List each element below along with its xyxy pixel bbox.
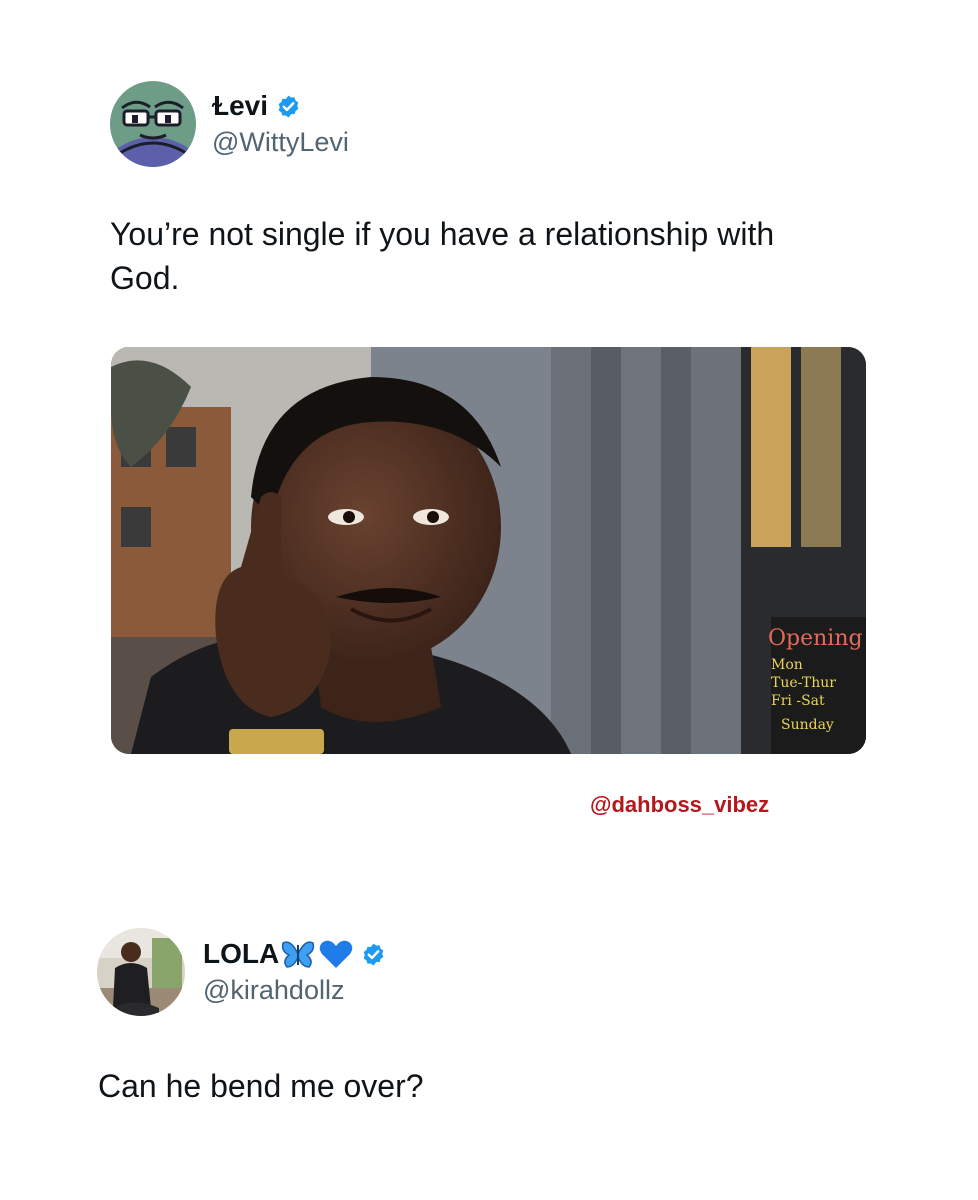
tweet-text: You’re not single if you have a relation… [110,216,775,296]
svg-text:Tue-Thur: Tue-Thur [771,675,836,691]
tweet-media-image[interactable]: Opening Mon Tue-Thur Fri -Sat Sunday [111,347,866,754]
tweet2-header: LOLA @kirahdollz [97,928,386,1016]
man-tapping-head-meme-image: Opening Mon Tue-Thur Fri -Sat Sunday [111,347,866,754]
avatar[interactable] [110,81,196,167]
butterfly-emoji-icon [281,939,315,969]
sign-text-opening: Opening [768,626,863,651]
tweet-text: Can he bend me over? [98,1068,424,1104]
user-handle[interactable]: @WittyLevi [212,125,349,159]
svg-text:Fri -Sat: Fri -Sat [771,693,825,709]
avatar[interactable] [97,928,185,1016]
user-names: LOLA @kirahdollz [203,937,386,1007]
cartoon-fish-face-icon [110,81,196,167]
svg-text:Mon: Mon [771,657,803,673]
display-name-row: Ɫevi [212,89,349,123]
user-names: Ɫevi @WittyLevi [212,89,349,159]
display-name-row: LOLA [203,937,386,971]
svg-text:Sunday: Sunday [781,717,834,733]
profile-photo-woman-icon [97,928,185,1016]
user-handle[interactable]: @kirahdollz [203,973,386,1007]
blue-heart-emoji-icon [319,939,353,969]
verified-badge-icon [276,94,301,119]
display-name[interactable]: LOLA [203,937,279,971]
tweet1-header: Ɫevi @WittyLevi [110,80,349,168]
watermark-handle: @dahboss_vibez [590,792,770,817]
verified-badge-icon [361,942,386,967]
display-name[interactable]: Ɫevi [212,89,268,123]
